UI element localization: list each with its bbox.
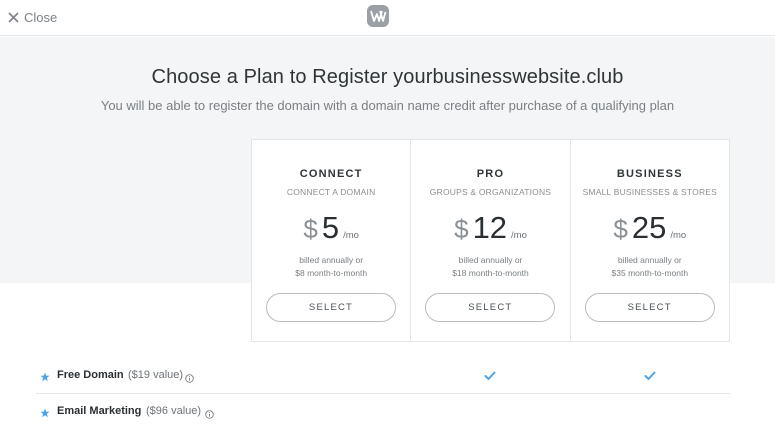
price-amount: 25 <box>631 210 667 245</box>
star-icon <box>40 405 50 423</box>
plan-name: PRO <box>476 168 505 180</box>
billing-note: billed annually or $18 month-to-month <box>411 254 569 280</box>
feature-name: Free Domain <box>57 369 124 381</box>
check-icon-business <box>644 368 656 386</box>
billing-line: $8 month-to-month <box>295 268 368 278</box>
page-subtitle: You will be able to register the domain … <box>100 98 675 113</box>
feature-row-email-marketing: Email Marketing ($96 value) <box>36 394 730 430</box>
billing-line: $18 month-to-month <box>452 268 529 278</box>
plan-price: $ 12 /mo <box>411 210 569 246</box>
plan-tagline: CONNECT A DOMAIN <box>286 187 376 197</box>
price-period: /mo <box>670 230 687 241</box>
feature-comparison: Free Domain ($19 value) Email Marketing … <box>36 358 730 430</box>
top-bar: Close <box>0 0 775 36</box>
price-currency: $ <box>303 214 318 244</box>
star-icon <box>40 369 50 387</box>
plan-price: $ 5 /mo <box>252 210 410 246</box>
plan-price: $ 25 /mo <box>571 210 729 246</box>
page-title: Choose a Plan to Register yourbusinesswe… <box>151 66 624 88</box>
billing-line: $35 month-to-month <box>611 268 689 278</box>
plan-name: CONNECT <box>299 168 363 180</box>
billing-note: billed annually or $8 month-to-month <box>252 254 410 280</box>
price-amount: 5 <box>321 210 340 245</box>
feature-value: ($96 value) <box>146 405 202 417</box>
plan-card-pro: PRO GROUPS & ORGANIZATIONS $ 12 /mo bill… <box>411 140 571 341</box>
plan-tagline: SMALL BUSINESSES & STORES <box>582 187 718 197</box>
billing-note: billed annually or $35 month-to-month <box>571 254 729 280</box>
info-icon[interactable] <box>205 406 214 424</box>
plan-cards: CONNECT CONNECT A DOMAIN $ 5 /mo billed … <box>251 139 730 342</box>
plan-tagline: GROUPS & ORGANIZATIONS <box>429 187 552 197</box>
billing-line: billed annually or <box>299 255 364 265</box>
close-button[interactable]: Close <box>8 8 57 26</box>
plan-name: BUSINESS <box>616 168 683 180</box>
feature-row-free-domain: Free Domain ($19 value) <box>36 358 730 394</box>
billing-line: billed annually or <box>458 255 523 265</box>
close-icon <box>8 11 19 23</box>
price-period: /mo <box>511 230 527 241</box>
select-pro-button[interactable]: SELECT <box>425 293 556 322</box>
plan-card-connect: CONNECT CONNECT A DOMAIN $ 5 /mo billed … <box>252 140 412 341</box>
check-icon-pro <box>484 368 496 386</box>
price-period: /mo <box>343 230 359 241</box>
close-label: Close <box>24 9 58 25</box>
select-connect-button[interactable]: SELECT <box>266 293 396 322</box>
info-icon[interactable] <box>185 370 194 388</box>
weebly-logo-icon <box>366 4 390 28</box>
price-currency: $ <box>454 214 469 244</box>
select-business-button[interactable]: SELECT <box>584 293 715 322</box>
feature-name: Email Marketing <box>57 405 142 417</box>
feature-value: ($19 value) <box>128 369 184 381</box>
price-currency: $ <box>613 214 628 244</box>
plan-card-business: BUSINESS SMALL BUSINESSES & STORES $ 25 … <box>571 140 729 341</box>
price-amount: 12 <box>472 210 508 245</box>
billing-line: billed annually or <box>617 255 682 265</box>
